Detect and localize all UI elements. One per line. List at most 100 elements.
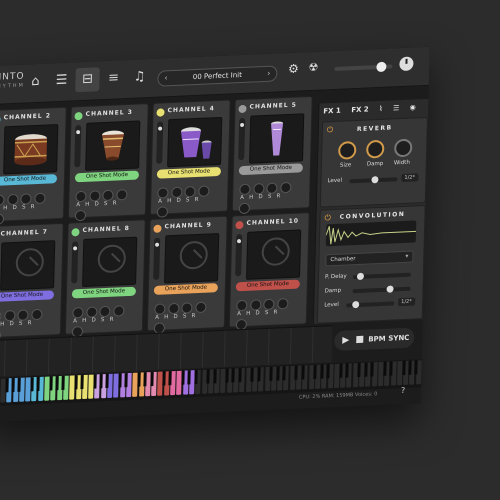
chart-icon[interactable]: ⌇ (379, 105, 383, 113)
stop-icon[interactable] (356, 335, 364, 344)
channel-volume[interactable] (71, 241, 79, 284)
help-icon[interactable]: ? (401, 386, 405, 395)
piano-black-key[interactable] (401, 360, 406, 376)
piano-black-key[interactable] (357, 362, 362, 378)
piano-black-key[interactable] (143, 372, 147, 387)
piano-black-key[interactable] (238, 368, 242, 383)
home-icon[interactable]: ⌂ (23, 69, 48, 94)
mode-selector[interactable]: One Shot Mode (0, 174, 58, 186)
piano-black-key[interactable] (17, 377, 21, 392)
piano-black-key[interactable] (5, 378, 9, 393)
piano-black-key[interactable] (319, 364, 324, 379)
piano-black-key[interactable] (49, 376, 53, 391)
piano-black-key[interactable] (11, 378, 15, 393)
piano-black-key[interactable] (301, 365, 305, 380)
channel-volume[interactable] (238, 117, 246, 161)
piano-black-key[interactable] (256, 367, 261, 382)
piano-black-key[interactable] (408, 360, 412, 375)
mode-selector[interactable]: One Shot Mode (0, 290, 55, 303)
piano-black-key[interactable] (55, 376, 59, 391)
piano-black-key[interactable] (105, 373, 110, 389)
envelope-knobs[interactable] (153, 297, 218, 334)
envelope-knobs[interactable] (0, 188, 58, 225)
piano-black-key[interactable] (389, 361, 393, 376)
piano-black-key[interactable] (212, 369, 217, 384)
piano-black-key[interactable] (93, 374, 97, 389)
piano-black-key[interactable] (250, 367, 255, 382)
envelope-knobs[interactable] (238, 177, 303, 215)
piano-black-key[interactable] (282, 366, 286, 381)
channel-volume[interactable] (153, 237, 161, 280)
empty-sample-placeholder[interactable] (0, 240, 56, 291)
piano-black-key[interactable] (231, 368, 236, 383)
reverb-level-value[interactable]: 1/2* (401, 173, 419, 183)
empty-sample-placeholder[interactable] (164, 233, 220, 284)
channel-volume[interactable] (156, 121, 164, 164)
impulse-dropdown[interactable]: Chamber ▾ (325, 250, 414, 267)
piano-black-key[interactable] (363, 362, 368, 377)
conv-damp-slider[interactable] (352, 285, 411, 294)
piano-black-key[interactable] (294, 365, 299, 380)
mode-selector[interactable]: One Shot Mode (74, 170, 140, 183)
channel-volume[interactable] (235, 234, 243, 277)
envelope-knobs[interactable] (0, 304, 55, 342)
settings-icon[interactable]: ⚙ (285, 60, 301, 77)
piano-black-key[interactable] (118, 373, 122, 388)
piano-black-key[interactable] (326, 364, 330, 379)
piano-black-key[interactable] (382, 361, 387, 376)
piano-black-key[interactable] (80, 374, 84, 390)
mode-selector[interactable]: One Shot Mode (235, 279, 300, 292)
bpm-button[interactable]: BPM (368, 329, 386, 350)
conv-level-value[interactable]: 1/2* (398, 297, 415, 307)
empty-sample-placeholder[interactable] (82, 236, 138, 288)
tab-fx1[interactable]: FX 1 (323, 107, 341, 116)
piano-black-key[interactable] (74, 375, 78, 390)
piano-black-key[interactable] (168, 371, 173, 386)
pre-delay-slider[interactable] (352, 272, 411, 281)
piano-black-key[interactable] (338, 363, 343, 378)
envelope-knobs[interactable] (235, 293, 300, 331)
piano-black-key[interactable] (206, 369, 210, 384)
reverb-size-knob[interactable] (338, 141, 357, 160)
piano-black-key[interactable] (414, 360, 418, 375)
piano-black-key[interactable] (269, 366, 273, 381)
piano-black-key[interactable] (61, 375, 66, 390)
drum-icon[interactable]: ⊟ (75, 67, 100, 93)
piano-black-key[interactable] (193, 370, 198, 385)
piano-black-key[interactable] (225, 368, 229, 383)
reverb-level-slider[interactable] (349, 176, 398, 184)
envelope-knobs[interactable] (74, 184, 139, 222)
reverb-width-knob[interactable] (394, 138, 413, 158)
reverb-damp-knob[interactable] (366, 139, 385, 159)
tab-fx2[interactable]: FX 2 (351, 105, 369, 114)
piano-black-key[interactable] (99, 374, 103, 389)
piano-black-key[interactable] (275, 366, 280, 381)
preset-next-icon[interactable]: › (267, 67, 271, 81)
mode-selector[interactable]: One Shot Mode (238, 163, 303, 176)
sync-button[interactable]: SYNC (388, 328, 410, 349)
mixer-icon[interactable]: ≡ (101, 66, 126, 91)
piano-black-key[interactable] (162, 371, 166, 386)
piano-black-key[interactable] (36, 376, 40, 392)
piano-black-key[interactable] (124, 373, 129, 388)
piano-black-key[interactable] (313, 364, 317, 379)
conv-level-slider[interactable] (346, 300, 395, 309)
piano-black-key[interactable] (149, 371, 154, 387)
master-knob[interactable] (399, 56, 414, 72)
channel-volume[interactable] (74, 125, 82, 168)
mode-selector[interactable]: One Shot Mode (156, 166, 222, 179)
mode-selector[interactable]: One Shot Mode (71, 286, 137, 299)
piano-black-key[interactable] (187, 370, 192, 385)
piano-black-key[interactable] (181, 370, 185, 385)
preset-prev-icon[interactable]: ‹ (164, 71, 168, 85)
empty-sample-placeholder[interactable] (246, 229, 302, 280)
envelope-knobs[interactable] (71, 301, 136, 338)
piano-black-key[interactable] (137, 372, 141, 387)
piano-black-key[interactable] (30, 377, 34, 392)
list-icon[interactable]: ☰ (393, 104, 399, 112)
preset-selector[interactable]: ‹ 00 Perfect Init › (157, 65, 278, 87)
radiation-icon[interactable]: ☢ (305, 59, 321, 76)
master-volume-slider[interactable] (334, 61, 393, 73)
envelope-knobs[interactable] (156, 181, 221, 218)
mode-selector[interactable]: One Shot Mode (153, 283, 218, 295)
